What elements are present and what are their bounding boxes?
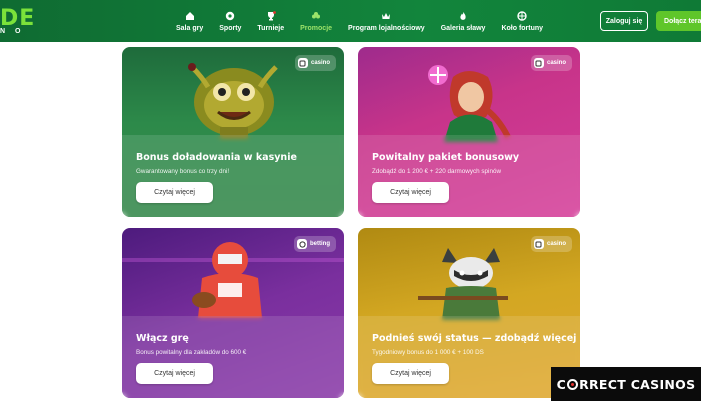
card-subtitle: Tygodniowy bonus do 1 000 € + 100 DS — [372, 349, 484, 356]
wheel-icon — [517, 10, 527, 21]
card-overlay — [358, 316, 580, 398]
nav-item-sporty[interactable]: Sporty — [211, 0, 249, 42]
casino-icon — [297, 58, 308, 68]
card-title: Włącz grę — [136, 333, 189, 344]
nav-label: Promocje — [300, 24, 333, 32]
promo-card-status-upgrade[interactable]: casino Podnieś swój status — zdobądź wię… — [358, 228, 580, 398]
nav-label: Koło fortuny — [501, 24, 544, 32]
ball-icon — [297, 239, 307, 249]
card-subtitle: Zdobądź do 1 200 € + 220 darmowych spinó… — [372, 168, 501, 175]
nav-label: Sala gry — [176, 24, 204, 32]
category-badge: casino — [530, 236, 572, 252]
card-title: Bonus doładowania w kasynie — [136, 152, 297, 163]
watermark-logo: C RRECT CASINOS — [551, 367, 701, 401]
card-title: Powitalny pakiet bonusowy — [372, 152, 520, 163]
top-navigation-bar: DE N O Sala gry Sporty Turnieje Promocje — [0, 0, 701, 42]
ball-icon — [225, 11, 235, 21]
nav-item-galeria-slawy[interactable]: Galeria sławy — [433, 0, 494, 42]
site-logo-subtitle: N O — [0, 28, 25, 35]
main-nav: Sala gry Sporty Turnieje Promocje Progra… — [168, 0, 551, 42]
read-more-button[interactable]: Czytaj więcej — [136, 363, 213, 384]
nav-item-sala-gry[interactable]: Sala gry — [168, 0, 211, 42]
card-subtitle: Bonus powitalny dla zakładów do 600 € — [136, 349, 247, 356]
nav-label: Sporty — [219, 24, 242, 32]
card-overlay — [122, 316, 344, 398]
nav-label: Turnieje — [257, 24, 285, 32]
promo-card-sports-welcome[interactable]: betting Włącz grę Bonus powitalny dla za… — [122, 228, 344, 398]
card-overlay — [122, 135, 344, 217]
read-more-button[interactable]: Czytaj więcej — [372, 363, 449, 384]
nav-label: Galeria sławy — [440, 24, 486, 32]
card-title: Podnieś swój status — zdobądź więcej n..… — [372, 333, 580, 344]
target-icon — [567, 378, 579, 390]
clover-icon — [311, 11, 321, 21]
flame-icon — [458, 11, 468, 21]
nav-item-turnieje[interactable]: Turnieje — [249, 0, 292, 42]
nav-item-kolo-fortuny[interactable]: Koło fortuny — [493, 0, 551, 42]
promo-card-welcome-package[interactable]: casino Powitalny pakiet bonusowy Zdobądź… — [358, 47, 580, 217]
category-badge: casino — [530, 55, 572, 71]
home-icon — [185, 11, 195, 21]
nav-item-program-lojalnosciowy[interactable]: Program lojalnościowy — [340, 0, 433, 42]
casino-icon — [533, 58, 544, 68]
category-badge: casino — [294, 55, 336, 71]
promo-card-casino-reload[interactable]: casino Bonus doładowania w kasynie Gwara… — [122, 47, 344, 217]
nav-item-promocje[interactable]: Promocje — [292, 0, 340, 42]
login-button[interactable]: Zaloguj się — [600, 11, 648, 31]
nav-label: Program lojalnościowy — [348, 24, 425, 32]
crown-icon — [381, 11, 391, 21]
category-badge: betting — [294, 236, 336, 252]
read-more-button[interactable]: Czytaj więcej — [372, 182, 449, 203]
card-overlay — [358, 135, 580, 217]
casino-icon — [533, 239, 544, 249]
trophy-icon — [266, 10, 276, 21]
join-button[interactable]: Dołącz teraz — [656, 11, 701, 31]
read-more-button[interactable]: Czytaj więcej — [136, 182, 213, 203]
card-subtitle: Gwarantowany bonus co trzy dni! — [136, 168, 230, 175]
